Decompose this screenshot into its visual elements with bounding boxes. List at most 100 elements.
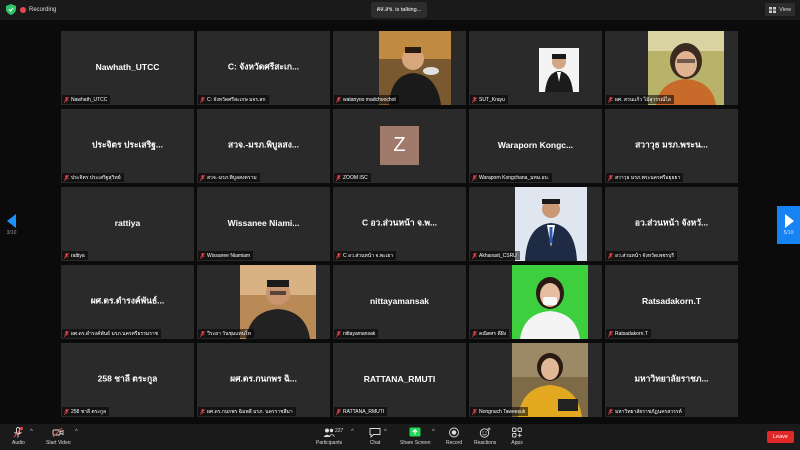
participant-name: อว.ส่วนหน้า จังหวัดเพชรบุรี [615,252,675,259]
participant-label: มหาวิทยาลัยราชภัฏนครสวรรค์ [606,407,685,416]
participant-tile[interactable]: Nawhath_UTCC Nawhath_UTCC [61,31,194,105]
participant-tile[interactable]: C: จังหวัดศรีสะเก... C: จังหวัดศรีสะเกษ … [197,31,330,105]
participant-label: Ratsadakorn.T [606,329,651,338]
muted-mic-icon [336,330,341,337]
participant-tile[interactable]: Nongnuch Taweesuk [469,343,602,417]
participant-display-name: rattiya [114,218,141,228]
participant-name: Akharasit_CSRU [479,252,517,259]
grid-view-icon [769,6,777,13]
participant-tile[interactable]: มหาวิทยาลัยราชภ... มหาวิทยาลัยราชภัฏนครส… [605,343,738,417]
participants-options-caret[interactable]: ^ [351,429,354,435]
participant-name: วีระยา วันชุมแทนไท [207,330,251,337]
participant-label: ผศ.ดร.ดำรงค์พันธ์ มรภ.นครศรีธรรมราช [62,329,162,338]
participants-icon [323,428,335,437]
recording-indicator[interactable]: Recording [20,4,56,16]
chat-button[interactable]: Chat [369,427,381,446]
record-button[interactable]: Record [446,427,462,446]
muted-mic-icon [472,252,477,259]
participant-tile[interactable]: วีระยา วันชุมแทนไท [197,265,330,339]
participant-tile[interactable]: 258 ชาลี ตระกูล 258 ชาลี ตระกูล [61,343,194,417]
view-button[interactable]: View [765,3,795,16]
participant-tile[interactable]: SUT_Krayu [469,31,602,105]
participant-tile[interactable]: คณิตศร ดีฝัง [469,265,602,339]
muted-mic-icon [608,174,613,181]
participant-tile[interactable]: Waraporn Kongc... Waraporn Kongchana_มหม… [469,109,602,183]
participant-tile[interactable]: ผศ.ดร.ดำรงค์พันธ์... ผศ.ดร.ดำรงค์พันธ์ ม… [61,265,194,339]
participant-tile[interactable]: Z ZOOM ISC [333,109,466,183]
participant-tile[interactable]: Akharasit_CSRU [469,187,602,261]
record-dot-icon [20,7,26,13]
leave-button[interactable]: Leave [767,431,794,443]
participant-label: สวจ.-มรภ.พิบูลสงคราม [198,173,260,182]
reactions-button[interactable]: Reactions [474,427,496,446]
record-label: Record [446,440,463,446]
participant-label: Akharasit_CSRU [470,251,520,260]
muted-mic-icon [336,252,341,259]
apps-button[interactable]: Apps [511,427,523,446]
participant-tile[interactable]: RATTANA_RMUTI RATTANA_RMUTI [333,343,466,417]
muted-mic-icon [64,252,69,259]
start-video-button[interactable]: Start Video [46,427,71,446]
next-page-number: 5/10 [783,230,794,236]
participant-label: อว.ส่วนหน้า จังหวัดเพชรบุรี [606,251,678,260]
participant-label: ผศ.ดร.กนกพร ฉิมพลี มรภ. นครราชสีมา [198,407,296,416]
share-screen-button[interactable]: Share Screen [400,427,431,446]
muted-mic-icon [14,427,24,438]
participant-tile[interactable]: ผศ.ดร.กนกพร ฉิ... ผศ.ดร.กนกพร ฉิมพลี มรภ… [197,343,330,417]
participant-video [539,48,579,92]
participant-display-name: ประจิตร ประเสริฐ... [92,139,163,150]
participant-display-name: RATTANA_RMUTI [363,374,436,384]
muted-mic-icon [608,408,613,415]
top-bar: Recording ศส.สข. is talking... View [0,0,800,20]
share-options-caret[interactable]: ^ [432,429,435,435]
audio-label: Audio [12,440,25,446]
apps-icon [512,427,522,438]
participant-label: Waraporn Kongchana_มหม.อบ. [470,173,553,182]
start-video-label: Start Video [46,440,71,446]
muted-mic-icon [472,408,477,415]
participant-tile[interactable]: rattiya rattiya [61,187,194,261]
participant-name: C: จังหวัดศรีสะเกษ มจร.สก [207,96,266,103]
participant-tile[interactable]: ประจิตร ประเสริฐ... ประจิตร ประเสริฐสุวิ… [61,109,194,183]
chat-options-caret[interactable]: ^ [384,429,387,435]
audio-button[interactable]: Audio [12,427,25,446]
participant-tile[interactable]: C อว.ส่วนหน้า จ.พ... C อว.ส่วนหน้า จ.พะเ… [333,187,466,261]
participant-tile[interactable]: สวาวุธ มรภ.พระน... สวาวุธ มรภ.พระนครศรีอ… [605,109,738,183]
muted-mic-icon [608,330,613,337]
participant-tile[interactable]: Ratsadakorn.T Ratsadakorn.T [605,265,738,339]
shield-icon[interactable] [6,4,16,15]
apps-label: Apps [511,440,523,446]
previous-page-number: 3/10 [6,230,17,236]
video-gallery-grid: Nawhath_UTCC Nawhath_UTCC C: จังหวัดศรีส… [61,31,739,419]
audio-options-caret[interactable]: ^ [30,429,33,435]
participant-display-name: ผศ.ดร.กนกพร ฉิ... [230,373,297,384]
participant-label: Nongnuch Taweesuk [470,407,529,416]
participant-name: RATTANA_RMUTI [343,408,385,415]
video-options-caret[interactable]: ^ [75,429,78,435]
reactions-label: Reactions [474,440,497,446]
muted-mic-icon [200,96,205,103]
participant-tile[interactable]: Wissanee Niami... Wissanee Niamiam [197,187,330,261]
participant-name: Waraporn Kongchana_มหม.อบ. [479,174,550,181]
participant-name: มหาวิทยาลัยราชภัฏนครสวรรค์ [615,408,682,415]
participant-name: ผศ.ดร.ดำรงค์พันธ์ มรภ.นครศรีธรรมราช [71,330,159,337]
participant-display-name: มหาวิทยาลัยราชภ... [634,373,709,384]
participant-tile[interactable]: watanyoo madchoochot [333,31,466,105]
participant-tile[interactable]: nittayamansak nittayamansak [333,265,466,339]
participant-video [512,265,588,339]
next-page-button[interactable]: 5/10 [777,206,800,244]
participant-tile[interactable]: ผศ. สวนแก้ว ไม้สุวรรณ์ไล [605,31,738,105]
participant-tile[interactable]: อว.ส่วนหน้า จังหวั... อว.ส่วนหน้า จังหวั… [605,187,738,261]
participant-display-name: ผศ.ดร.ดำรงค์พันธ์... [90,295,165,306]
participant-name: Nongnuch Taweesuk [479,408,526,415]
participant-avatar: Z [380,126,419,165]
previous-page-button[interactable]: 3/10 [0,206,23,244]
participant-tile[interactable]: สวจ.-มรภ.พิบูลสง... สวจ.-มรภ.พิบูลสงคราม [197,109,330,183]
participant-video [379,31,451,105]
muted-mic-icon [608,252,613,259]
muted-mic-icon [64,96,69,103]
participant-label: rattiya [62,251,88,260]
active-speaker-indicator: ศส.สข. is talking... [371,2,427,18]
participant-label: Wissanee Niamiam [198,251,254,260]
participant-name: ผศ. สวนแก้ว ไม้สุวรรณ์ไล [615,96,671,103]
